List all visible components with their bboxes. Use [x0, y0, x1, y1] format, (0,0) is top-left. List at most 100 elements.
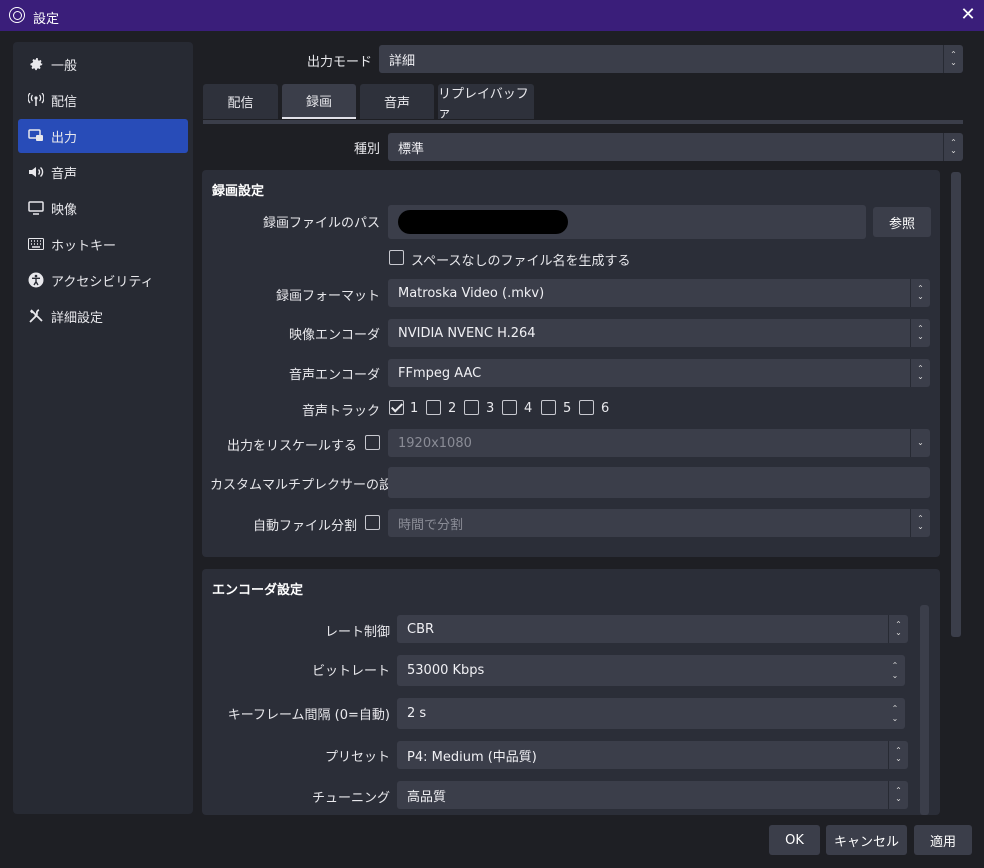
track-2-label: 2	[448, 401, 457, 416]
track-2-checkbox[interactable]	[426, 400, 441, 415]
track-6-label: 6	[601, 401, 610, 416]
rate-control-label: レート制御	[324, 625, 390, 640]
ok-label: OK	[785, 832, 804, 848]
encoder-settings-title: エンコーダ設定	[212, 583, 304, 598]
rescale-select[interactable]: 1920x1080 ⌄	[388, 429, 930, 457]
tuning-label: チューニング	[311, 791, 390, 806]
rescale-value: 1920x1080	[398, 435, 472, 451]
output-mode-label: 出力モード	[306, 55, 372, 70]
track-6-checkbox[interactable]	[579, 400, 594, 415]
type-label: 種別	[353, 142, 380, 157]
chevron-down-icon: ⌄	[910, 429, 930, 457]
preset-select[interactable]: P4: Medium (中品質) ⌃ ⌄	[397, 741, 908, 769]
type-value: 標準	[398, 141, 425, 157]
video-encoder-value: NVIDIA NVENC H.264	[398, 325, 536, 341]
output-mode-value: 詳細	[389, 53, 416, 69]
title-bar: 設定 ✕	[0, 0, 984, 31]
track-1-label: 1	[410, 401, 419, 416]
tuning-select[interactable]: 高品質 ⌃ ⌄	[397, 781, 908, 809]
tab-replay-buffer[interactable]: リプレイバッファ	[438, 84, 534, 121]
spin-arrows-icon[interactable]: ⌃ ⌄	[885, 698, 905, 729]
updown-arrow-icon: ⌃ ⌄	[888, 615, 908, 643]
apply-label: 適用	[929, 834, 956, 850]
sidebar-item-advanced[interactable]: 詳細設定	[18, 299, 188, 333]
close-icon[interactable]: ✕	[958, 4, 978, 26]
keyframe-value: 2 s	[407, 706, 427, 721]
tuning-value: 高品質	[407, 789, 447, 805]
keyframe-label: キーフレーム間隔 (0=自動)	[227, 708, 390, 723]
speaker-icon	[27, 163, 45, 181]
tab-stream[interactable]: 配信	[203, 84, 278, 119]
sidebar-item-label: 一般	[51, 58, 78, 74]
accessibility-icon	[27, 271, 45, 289]
tab-audio[interactable]: 音声	[360, 84, 434, 119]
track-3-label: 3	[486, 401, 495, 416]
apply-button[interactable]: 適用	[914, 825, 972, 855]
tab-underline	[203, 120, 963, 124]
output-mode-select[interactable]: 詳細 ⌃ ⌄	[379, 45, 963, 73]
browse-label: 参照	[888, 216, 915, 232]
cancel-label: キャンセル	[833, 834, 899, 850]
tab-label: 配信	[227, 96, 254, 111]
recording-path-input[interactable]	[388, 205, 866, 239]
track-4-checkbox[interactable]	[502, 400, 517, 415]
output-icon	[27, 127, 45, 145]
sidebar-item-general[interactable]: 一般	[18, 47, 188, 81]
rescale-checkbox[interactable]	[365, 435, 380, 450]
sidebar-item-hotkeys[interactable]: ホットキー	[18, 227, 188, 261]
video-encoder-select[interactable]: NVIDIA NVENC H.264 ⌃ ⌄	[388, 319, 930, 347]
format-select[interactable]: Matroska Video (.mkv) ⌃ ⌄	[388, 279, 930, 307]
browse-button[interactable]: 参照	[873, 207, 931, 237]
sidebar-item-video[interactable]: 映像	[18, 191, 188, 225]
sidebar-item-stream[interactable]: 配信	[18, 83, 188, 117]
format-value: Matroska Video (.mkv)	[398, 285, 545, 301]
sidebar-item-audio[interactable]: 音声	[18, 155, 188, 189]
bitrate-label: ビットレート	[311, 664, 390, 679]
audio-encoder-label: 音声エンコーダ	[288, 368, 380, 383]
muxer-input[interactable]	[388, 467, 930, 498]
updown-arrow-icon: ⌃ ⌄	[910, 359, 930, 387]
sidebar-item-accessibility[interactable]: アクセシビリティ	[18, 263, 188, 297]
track-5-label: 5	[563, 401, 572, 416]
sidebar-item-label: アクセシビリティ	[51, 274, 154, 290]
updown-arrow-icon: ⌃ ⌄	[910, 279, 930, 307]
audio-encoder-value: FFmpeg AAC	[398, 365, 482, 381]
sidebar: 一般 配信 出力 音声 映像 ホットキー アクセシビリティ 詳細設定	[13, 42, 193, 814]
sidebar-item-label: 出力	[51, 130, 78, 146]
track-1-checkbox[interactable]	[389, 400, 404, 415]
audio-tracks-label: 音声トラック	[301, 404, 380, 419]
split-checkbox[interactable]	[365, 515, 380, 530]
updown-arrow-icon: ⌃ ⌄	[943, 133, 963, 161]
sidebar-item-label: 映像	[51, 202, 78, 218]
sidebar-item-label: ホットキー	[51, 238, 117, 254]
broadcast-icon	[27, 91, 45, 109]
keyframe-spinbox[interactable]: 2 s ⌃ ⌄	[397, 698, 905, 729]
keyboard-icon	[27, 235, 45, 253]
split-label: 自動ファイル分割	[252, 519, 357, 534]
tab-label: リプレイバッファ	[438, 86, 529, 121]
monitor-icon	[27, 199, 45, 217]
encoder-settings-panel: エンコーダ設定	[202, 569, 940, 815]
nospace-checkbox[interactable]	[389, 250, 404, 265]
ok-button[interactable]: OK	[769, 825, 820, 855]
sidebar-item-output[interactable]: 出力	[18, 119, 188, 153]
encoder-scrollbar[interactable]	[920, 605, 929, 815]
tab-label: 音声	[383, 96, 410, 111]
video-encoder-label: 映像エンコーダ	[288, 328, 380, 343]
split-select[interactable]: 時間で分割 ⌃ ⌄	[388, 509, 930, 537]
cancel-button[interactable]: キャンセル	[826, 825, 907, 855]
scrollbar-thumb[interactable]	[951, 172, 961, 637]
rate-control-select[interactable]: CBR ⌃ ⌄	[397, 615, 908, 643]
spin-arrows-icon[interactable]: ⌃ ⌄	[885, 655, 905, 686]
bitrate-spinbox[interactable]: 53000 Kbps ⌃ ⌄	[397, 655, 905, 686]
track-5-checkbox[interactable]	[541, 400, 556, 415]
type-select[interactable]: 標準 ⌃ ⌄	[388, 133, 963, 161]
recording-path-label: 録画ファイルのパス	[262, 216, 380, 231]
audio-encoder-select[interactable]: FFmpeg AAC ⌃ ⌄	[388, 359, 930, 387]
tab-recording[interactable]: 録画	[282, 84, 356, 119]
rescale-label: 出力をリスケールする	[226, 439, 357, 454]
recording-settings-title: 録画設定	[212, 184, 265, 199]
track-3-checkbox[interactable]	[464, 400, 479, 415]
preset-label: プリセット	[324, 750, 390, 765]
muxer-label: カスタムマルチプレクサーの設定	[210, 478, 406, 493]
